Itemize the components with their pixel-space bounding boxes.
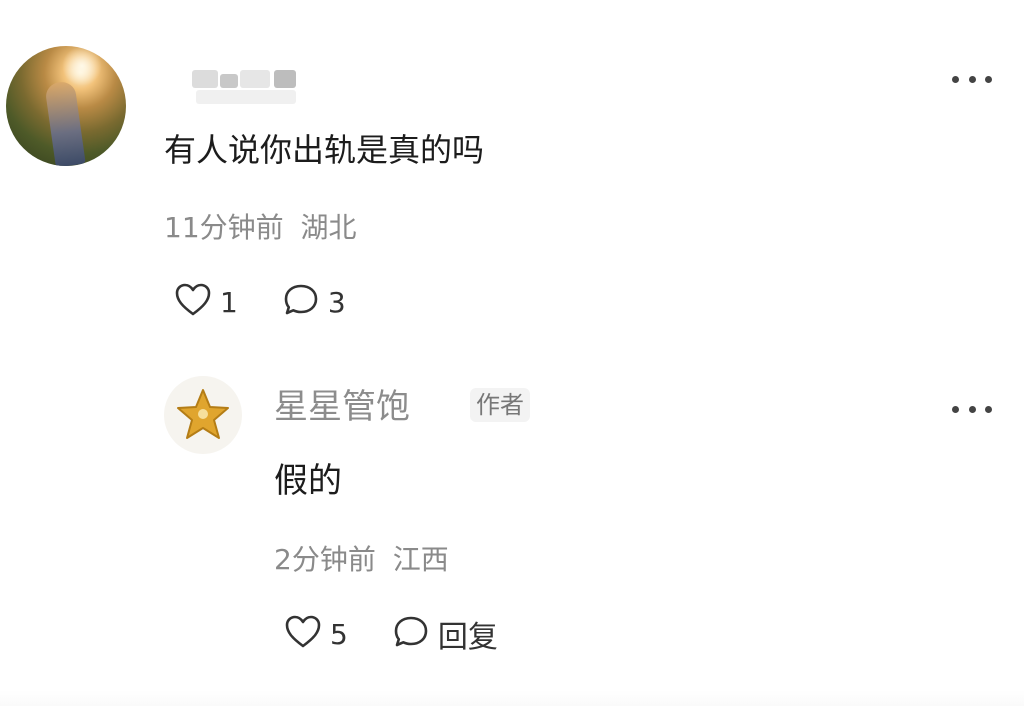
like-count: 5 — [330, 617, 348, 651]
chat-bubble-icon[interactable] — [392, 614, 430, 654]
reply-button-label[interactable]: 回复 — [438, 612, 498, 656]
reply-location: 江西 — [392, 543, 449, 576]
author-username[interactable]: 星星管饱 — [274, 384, 410, 430]
comment-actions: 1 3 — [174, 282, 390, 322]
author-badge: 作者 — [470, 388, 530, 422]
reply-count: 3 — [327, 285, 346, 319]
dot — [952, 405, 959, 413]
reply-meta: 2分钟前 江西 — [274, 542, 449, 578]
author-avatar[interactable] — [164, 376, 242, 454]
comment-time: 11分钟前 — [164, 211, 284, 244]
reply-more-button[interactable] — [952, 404, 992, 414]
comment-location: 湖北 — [300, 211, 357, 244]
comment-text: 有人说你出轨是真的吗 — [164, 131, 485, 169]
avatar-light-glow — [62, 46, 102, 86]
dot — [968, 405, 976, 413]
reply-actions: 5 回复 — [284, 612, 542, 656]
reply-time: 2分钟前 — [274, 543, 376, 576]
avatar-figure — [44, 80, 86, 166]
reply-text: 假的 — [274, 461, 342, 501]
heart-outline-icon[interactable] — [284, 614, 322, 654]
commenter-username-blurred[interactable] — [192, 66, 304, 106]
comment-meta: 11分钟前 湖北 — [164, 210, 357, 246]
dot — [968, 75, 976, 83]
dot — [985, 405, 992, 413]
commenter-avatar[interactable] — [6, 46, 126, 166]
heart-outline-icon[interactable] — [174, 282, 212, 322]
star-icon — [177, 389, 229, 439]
list-bottom-edge — [0, 690, 1024, 706]
chat-bubble-icon[interactable] — [282, 282, 320, 322]
like-count: 1 — [220, 285, 238, 319]
dot — [985, 75, 992, 83]
dot — [952, 75, 959, 83]
comment-more-button[interactable] — [952, 74, 992, 84]
